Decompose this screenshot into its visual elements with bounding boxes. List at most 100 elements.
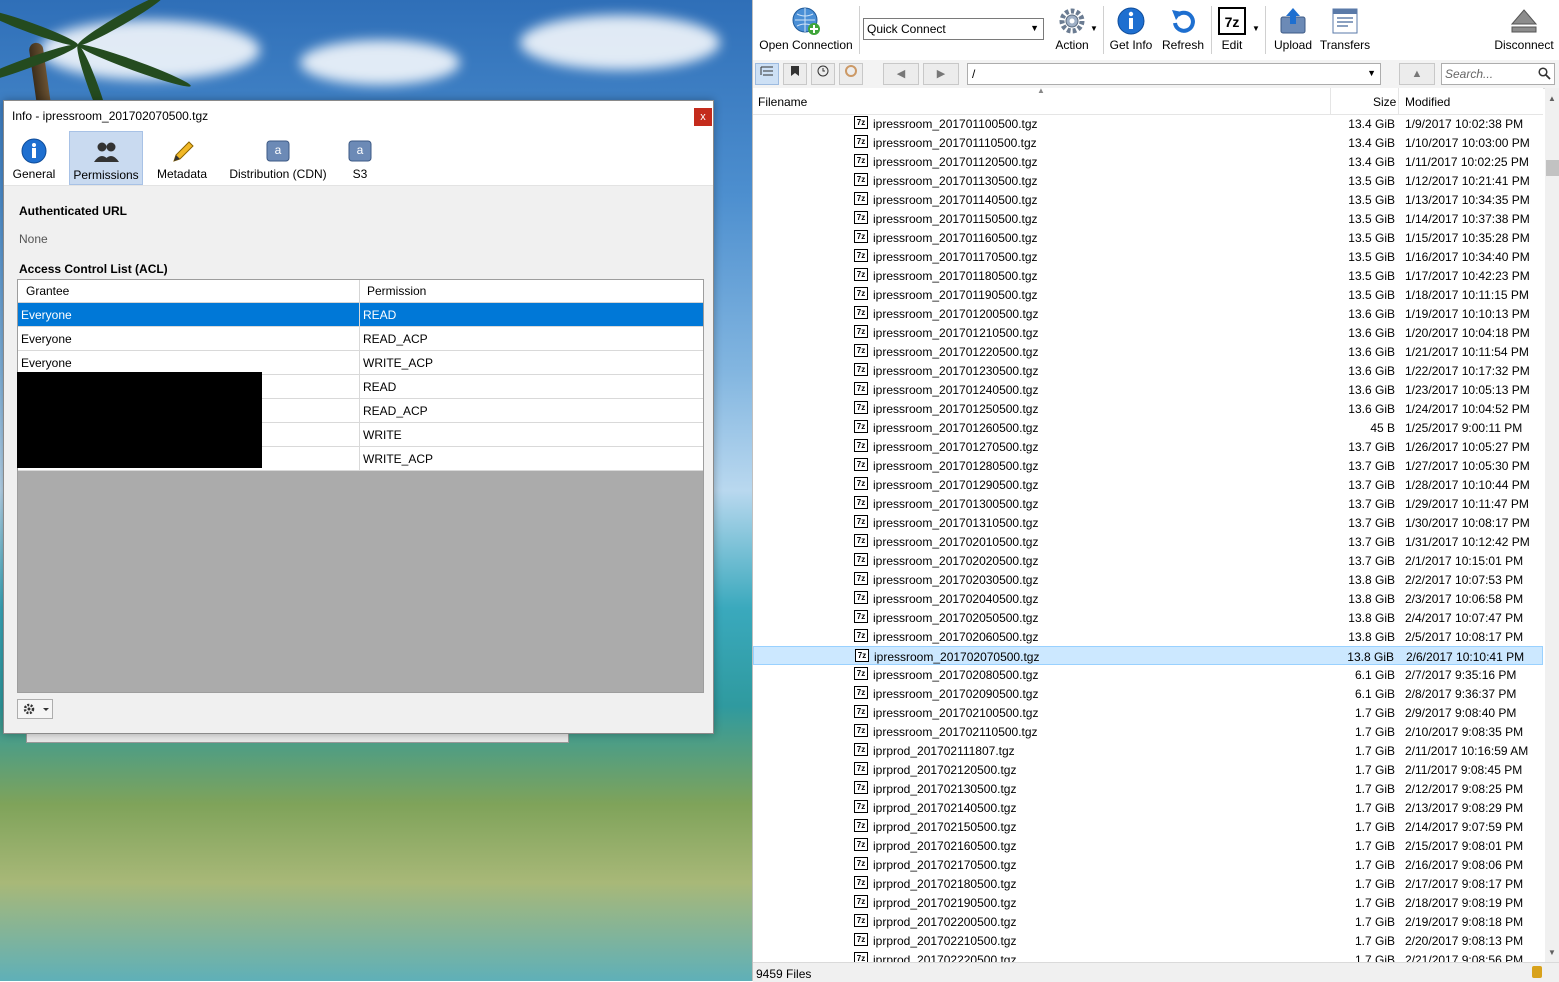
file-row[interactable]: 7z ipressroom_201701190500.tgz 13.5 GiB 1/1…	[753, 285, 1543, 304]
forward-button[interactable]: ▶	[923, 63, 959, 85]
quick-connect-dropdown[interactable]: Quick Connect ▼	[863, 18, 1044, 40]
get-info-button[interactable]: Get Info	[1107, 0, 1155, 58]
archive-file-icon: 7z	[854, 439, 868, 452]
acl-row[interactable]: Everyone READ_ACP	[18, 327, 703, 351]
file-row[interactable]: 7z ipressroom_201701130500.tgz 13.5 GiB 1/1…	[753, 171, 1543, 190]
file-row[interactable]: 7z ipressroom_201702080500.tgz 6.1 GiB 2/7/…	[753, 665, 1543, 684]
file-row[interactable]: 7z ipressroom_201701220500.tgz 13.6 GiB 1/2…	[753, 342, 1543, 361]
file-row[interactable]: 7z ipressroom_201701160500.tgz 13.5 GiB 1/1…	[753, 228, 1543, 247]
file-row[interactable]: 7z iprprod_201702200500.tgz 1.7 GiB 2/19/20…	[753, 912, 1543, 931]
file-name: iprprod_201702200500.tgz	[873, 915, 1017, 929]
file-row[interactable]: 7z ipressroom_201702100500.tgz 1.7 GiB 2/9/…	[753, 703, 1543, 722]
file-row[interactable]: 7z ipressroom_201701260500.tgz 45 B 1/25/20…	[753, 418, 1543, 437]
file-row[interactable]: 7z iprprod_201702180500.tgz 1.7 GiB 2/17/20…	[753, 874, 1543, 893]
file-row[interactable]: 7z ipressroom_201701310500.tgz 13.7 GiB 1/3…	[753, 513, 1543, 532]
file-row[interactable]: 7z ipressroom_201701300500.tgz 13.7 GiB 1/2…	[753, 494, 1543, 513]
search-input[interactable]: Search...	[1441, 63, 1555, 85]
column-grantee[interactable]: Grantee	[26, 284, 69, 298]
file-row[interactable]: 7z ipressroom_201702010500.tgz 13.7 GiB 1/3…	[753, 532, 1543, 551]
file-row[interactable]: 7z iprprod_201702160500.tgz 1.7 GiB 2/15/20…	[753, 836, 1543, 855]
file-row[interactable]: 7z ipressroom_201702060500.tgz 13.8 GiB 2/5…	[753, 627, 1543, 646]
scroll-down-icon[interactable]: ▼	[1548, 948, 1556, 957]
back-button[interactable]: ◀	[883, 63, 919, 85]
file-row[interactable]: 7z ipressroom_201702040500.tgz 13.8 GiB 2/3…	[753, 589, 1543, 608]
tab-general[interactable]: General	[6, 131, 62, 185]
permission-cell: WRITE_ACP	[363, 356, 434, 370]
tree-icon	[760, 66, 773, 76]
disconnect-button[interactable]: Disconnect	[1491, 0, 1557, 58]
file-size: 13.6 GiB	[1348, 364, 1395, 378]
transfers-button[interactable]: Transfers	[1319, 0, 1371, 58]
vertical-scrollbar[interactable]: ▲ ▼	[1545, 88, 1559, 962]
archive-file-icon: 7z	[854, 629, 868, 642]
file-row[interactable]: 7z ipressroom_201701230500.tgz 13.6 GiB 1/2…	[753, 361, 1543, 380]
file-row[interactable]: 7z iprprod_201702130500.tgz 1.7 GiB 2/12/20…	[753, 779, 1543, 798]
file-row[interactable]: 7z iprprod_201702170500.tgz 1.7 GiB 2/16/20…	[753, 855, 1543, 874]
edit-button[interactable]: 7z Edit	[1213, 0, 1251, 58]
file-row[interactable]: 7z ipressroom_201701250500.tgz 13.6 GiB 1/2…	[753, 399, 1543, 418]
close-button[interactable]: x	[694, 108, 712, 126]
acl-row[interactable]: Everyone READ	[18, 303, 703, 327]
chevron-down-icon[interactable]: ▼	[1090, 24, 1098, 33]
chevron-down-icon[interactable]: ▼	[1252, 24, 1260, 33]
tab-permissions[interactable]: Permissions	[69, 131, 143, 185]
file-row[interactable]: 7z ipressroom_201702050500.tgz 13.8 GiB 2/4…	[753, 608, 1543, 627]
refresh-button[interactable]: Refresh	[1159, 0, 1207, 58]
file-row[interactable]: 7z iprprod_201702220500.tgz 1.7 GiB 2/21/20…	[753, 950, 1543, 962]
upload-button[interactable]: Upload	[1269, 0, 1317, 58]
acl-action-button[interactable]	[17, 699, 53, 719]
file-size: 1.7 GiB	[1354, 725, 1395, 739]
file-row[interactable]: 7z ipressroom_201701200500.tgz 13.6 GiB 1/1…	[753, 304, 1543, 323]
file-row[interactable]: 7z ipressroom_201701110500.tgz 13.4 GiB 1/1…	[753, 133, 1543, 152]
file-row[interactable]: 7z ipressroom_201702020500.tgz 13.7 GiB 2/1…	[753, 551, 1543, 570]
file-row[interactable]: 7z iprprod_201702140500.tgz 1.7 GiB 2/13/20…	[753, 798, 1543, 817]
file-row[interactable]: 7z iprprod_201702111807.tgz 1.7 GiB 2/11/20…	[753, 741, 1543, 760]
tab-distribution-cdn[interactable]: a Distribution (CDN)	[226, 131, 330, 185]
file-row[interactable]: 7z ipressroom_201702030500.tgz 13.8 GiB 2/2…	[753, 570, 1543, 589]
browser-view-button[interactable]	[755, 63, 779, 85]
column-size[interactable]: Size	[1373, 95, 1396, 109]
column-permission[interactable]: Permission	[367, 284, 426, 298]
column-filename[interactable]: Filename	[758, 95, 807, 109]
archive-file-icon: 7z	[854, 211, 868, 224]
file-row[interactable]: 7z ipressroom_201701100500.tgz 13.4 GiB 1/9…	[753, 114, 1543, 133]
file-row[interactable]: 7z iprprod_201702210500.tgz 1.7 GiB 2/20/20…	[753, 931, 1543, 950]
column-modified[interactable]: Modified	[1405, 95, 1450, 109]
arrow-left-icon: ◀	[896, 68, 906, 80]
file-row[interactable]: 7z iprprod_201702190500.tgz 1.7 GiB 2/18/20…	[753, 893, 1543, 912]
file-modified: 2/16/2017 9:08:06 PM	[1405, 858, 1524, 872]
bookmarks-button[interactable]	[783, 63, 807, 85]
file-row[interactable]: 7z ipressroom_201702090500.tgz 6.1 GiB 2/8/…	[753, 684, 1543, 703]
file-row[interactable]: 7z ipressroom_201701270500.tgz 13.7 GiB 1/2…	[753, 437, 1543, 456]
file-row[interactable]: 7z ipressroom_201701150500.tgz 13.5 GiB 1/1…	[753, 209, 1543, 228]
scrollbar-thumb[interactable]	[1546, 160, 1559, 176]
archive-file-icon: 7z	[854, 667, 868, 680]
open-connection-button[interactable]: Open Connection	[756, 0, 856, 58]
file-row[interactable]: 7z ipressroom_201701180500.tgz 13.5 GiB 1/1…	[753, 266, 1543, 285]
grantee-cell: Everyone	[21, 332, 72, 346]
path-dropdown[interactable]: / ▼	[967, 63, 1381, 85]
file-row[interactable]: 7z iprprod_201702150500.tgz 1.7 GiB 2/14/20…	[753, 817, 1543, 836]
parent-directory-button[interactable]: ▲	[1399, 63, 1435, 85]
file-row[interactable]: 7z ipressroom_201702110500.tgz 1.7 GiB 2/10…	[753, 722, 1543, 741]
file-size: 13.6 GiB	[1348, 345, 1395, 359]
file-row[interactable]: 7z ipressroom_201701290500.tgz 13.7 GiB 1/2…	[753, 475, 1543, 494]
file-row[interactable]: 7z ipressroom_201701240500.tgz 13.6 GiB 1/2…	[753, 380, 1543, 399]
bonjour-button[interactable]	[839, 63, 863, 85]
archive-file-icon: 7z	[854, 914, 868, 927]
file-row[interactable]: 7z ipressroom_201702070500.tgz 13.8 GiB 2/6…	[753, 646, 1543, 665]
file-row[interactable]: 7z ipressroom_201701120500.tgz 13.4 GiB 1/1…	[753, 152, 1543, 171]
tab-s3[interactable]: a S3	[342, 131, 378, 185]
history-button[interactable]	[811, 63, 835, 85]
file-size: 1.7 GiB	[1354, 896, 1395, 910]
tab-metadata[interactable]: Metadata	[152, 131, 212, 185]
file-row[interactable]: 7z ipressroom_201701280500.tgz 13.7 GiB 1/2…	[753, 456, 1543, 475]
file-row[interactable]: 7z ipressroom_201701140500.tgz 13.5 GiB 1/1…	[753, 190, 1543, 209]
file-row[interactable]: 7z ipressroom_201701170500.tgz 13.5 GiB 1/1…	[753, 247, 1543, 266]
archive-file-icon: 7z	[854, 838, 868, 851]
file-row[interactable]: 7z iprprod_201702120500.tgz 1.7 GiB 2/11/20…	[753, 760, 1543, 779]
scroll-up-icon[interactable]: ▲	[1548, 94, 1556, 103]
file-name: ipressroom_201701220500.tgz	[873, 345, 1039, 359]
file-row[interactable]: 7z ipressroom_201701210500.tgz 13.6 GiB 1/2…	[753, 323, 1543, 342]
archive-file-icon: 7z	[854, 363, 868, 376]
